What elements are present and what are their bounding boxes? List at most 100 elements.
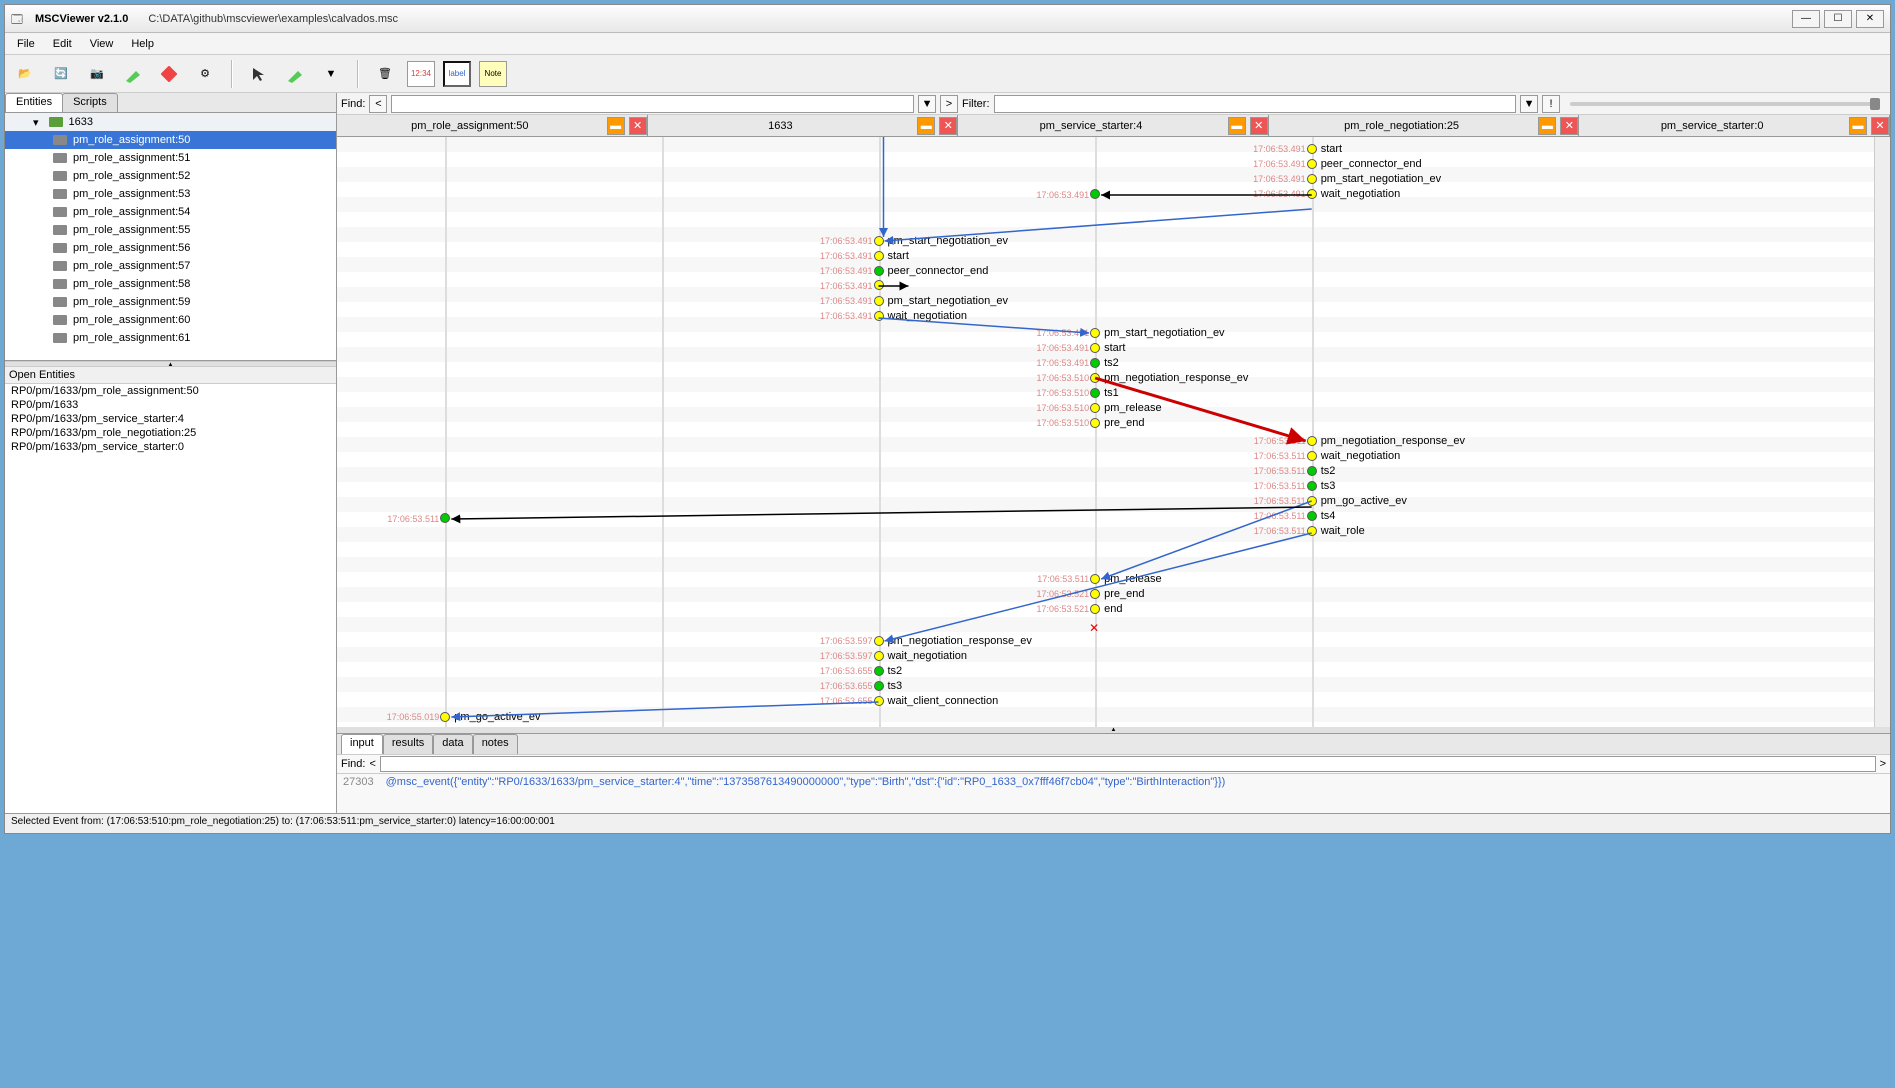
toggle-time-icon[interactable]: 12:34 xyxy=(407,61,435,87)
tree-item[interactable]: pm_role_assignment:51 xyxy=(5,149,336,167)
event-marker[interactable] xyxy=(1090,189,1104,199)
menu-help[interactable]: Help xyxy=(123,36,162,52)
find-input[interactable] xyxy=(391,95,914,113)
bottom-find-next[interactable]: > xyxy=(1880,758,1886,770)
event-marker[interactable]: pm_start_negotiation_ev xyxy=(1090,327,1224,339)
msc-canvas[interactable]: 17:06:53.491start17:06:53.491peer_connec… xyxy=(337,137,1890,727)
tree-parent[interactable]: ▾1633 xyxy=(5,113,336,131)
trash-icon[interactable]: 🗑 xyxy=(371,60,399,88)
menu-edit[interactable]: Edit xyxy=(45,36,80,52)
tree-item[interactable]: pm_role_assignment:60 xyxy=(5,311,336,329)
event-marker[interactable]: wait_negotiation xyxy=(1307,450,1401,462)
bottom-find-prev[interactable]: < xyxy=(369,758,375,770)
open-icon[interactable]: 📂 xyxy=(11,60,39,88)
menu-file[interactable]: File xyxy=(9,36,43,52)
event-marker[interactable]: pre_end xyxy=(1090,417,1144,429)
minimize-button[interactable]: — xyxy=(1792,10,1820,28)
event-marker[interactable]: pm_go_active_ev xyxy=(1307,495,1407,507)
event-marker[interactable] xyxy=(874,280,888,290)
event-marker[interactable]: wait_negotiation xyxy=(874,650,968,662)
toggle-note-icon[interactable]: Note xyxy=(479,61,507,87)
tree-item[interactable]: pm_role_assignment:57 xyxy=(5,257,336,275)
event-marker[interactable]: pm_start_negotiation_ev xyxy=(1307,173,1441,185)
event-marker[interactable]: wait_client_connection xyxy=(874,695,999,707)
column-minimize-button[interactable]: ▬ xyxy=(1228,117,1246,135)
zoom-slider[interactable] xyxy=(1570,102,1880,106)
column-minimize-button[interactable]: ▬ xyxy=(607,117,625,135)
settings-icon[interactable]: ⚙ xyxy=(191,60,219,88)
event-marker[interactable] xyxy=(440,513,454,523)
open-entity-item[interactable]: RP0/pm/1633 xyxy=(5,398,336,412)
column-close-button[interactable]: ✕ xyxy=(939,117,957,135)
event-marker[interactable]: wait_negotiation xyxy=(1307,188,1401,200)
close-button[interactable]: ✕ xyxy=(1856,10,1884,28)
filter-dropdown[interactable]: ▼ xyxy=(1520,95,1538,113)
event-marker[interactable]: pm_release xyxy=(1090,402,1161,414)
marker-green-icon[interactable] xyxy=(119,60,147,88)
tab-scripts[interactable]: Scripts xyxy=(62,93,118,112)
event-marker[interactable]: pm_negotiation_response_ev xyxy=(1307,435,1465,447)
column-close-button[interactable]: ✕ xyxy=(629,117,647,135)
tab-results[interactable]: results xyxy=(383,734,433,754)
event-marker[interactable]: end xyxy=(1090,603,1122,615)
tab-entities[interactable]: Entities xyxy=(5,93,63,112)
tree-item[interactable]: pm_role_assignment:61 xyxy=(5,329,336,347)
column-minimize-button[interactable]: ▬ xyxy=(917,117,935,135)
tab-input[interactable]: input xyxy=(341,734,383,754)
event-marker[interactable]: start xyxy=(1307,143,1342,155)
event-marker[interactable]: ts4 xyxy=(1307,510,1336,522)
column-close-button[interactable]: ✕ xyxy=(1560,117,1578,135)
event-marker[interactable]: ts1 xyxy=(1090,387,1119,399)
event-marker[interactable]: pre_end xyxy=(1090,588,1144,600)
tree-item[interactable]: pm_role_assignment:55 xyxy=(5,221,336,239)
bottom-text[interactable]: 27303 @msc_event({"entity":"RP0/1633/163… xyxy=(337,774,1890,813)
tree-item[interactable]: pm_role_assignment:54 xyxy=(5,203,336,221)
marker-red-icon[interactable] xyxy=(155,60,183,88)
refresh-icon[interactable]: 🔄 xyxy=(47,60,75,88)
event-marker[interactable]: pm_negotiation_response_ev xyxy=(874,635,1032,647)
open-entity-item[interactable]: RP0/pm/1633/pm_service_starter:4 xyxy=(5,412,336,426)
tree-item[interactable]: pm_role_assignment:56 xyxy=(5,239,336,257)
event-marker[interactable]: pm_go_active_ev xyxy=(440,711,540,723)
open-entity-item[interactable]: RP0/pm/1633/pm_service_starter:0 xyxy=(5,440,336,454)
camera-icon[interactable]: 📷 xyxy=(83,60,111,88)
event-marker[interactable]: ts3 xyxy=(1307,480,1336,492)
open-entity-item[interactable]: RP0/pm/1633/pm_role_assignment:50 xyxy=(5,384,336,398)
tab-notes[interactable]: notes xyxy=(473,734,518,754)
entity-tree[interactable]: ▾1633pm_role_assignment:50pm_role_assign… xyxy=(5,113,336,361)
cursor-icon[interactable] xyxy=(245,60,273,88)
bottom-find-input[interactable] xyxy=(380,756,1876,772)
event-marker[interactable]: pm_start_negotiation_ev xyxy=(874,235,1008,247)
event-marker[interactable]: ts2 xyxy=(1090,357,1119,369)
event-marker[interactable]: wait_role xyxy=(1307,525,1365,537)
tree-item[interactable]: pm_role_assignment:50 xyxy=(5,131,336,149)
toggle-label-icon[interactable]: label xyxy=(443,61,471,87)
open-entity-item[interactable]: RP0/pm/1633/pm_role_negotiation:25 xyxy=(5,426,336,440)
maximize-button[interactable]: ☐ xyxy=(1824,10,1852,28)
column-close-button[interactable]: ✕ xyxy=(1871,117,1889,135)
column-minimize-button[interactable]: ▬ xyxy=(1849,117,1867,135)
event-marker[interactable]: ts2 xyxy=(1307,465,1336,477)
tree-item[interactable]: pm_role_assignment:52 xyxy=(5,167,336,185)
tree-item[interactable]: pm_role_assignment:58 xyxy=(5,275,336,293)
menu-view[interactable]: View xyxy=(82,36,122,52)
highlighter-icon[interactable] xyxy=(281,60,309,88)
tree-item[interactable]: pm_role_assignment:59 xyxy=(5,293,336,311)
filter-input[interactable] xyxy=(994,95,1517,113)
event-marker[interactable]: pm_negotiation_response_ev xyxy=(1090,372,1248,384)
column-minimize-button[interactable]: ▬ xyxy=(1538,117,1556,135)
canvas-vscroll[interactable] xyxy=(1874,137,1890,727)
filter-apply-button[interactable]: ! xyxy=(1542,95,1560,113)
find-next-button[interactable]: > xyxy=(940,95,958,113)
event-marker[interactable]: peer_connector_end xyxy=(874,265,989,277)
event-marker[interactable]: peer_connector_end xyxy=(1307,158,1422,170)
event-marker[interactable]: pm_start_negotiation_ev xyxy=(874,295,1008,307)
event-marker[interactable]: start xyxy=(874,250,909,262)
find-prev-button[interactable]: < xyxy=(369,95,387,113)
tree-item[interactable]: pm_role_assignment:53 xyxy=(5,185,336,203)
event-marker[interactable]: ts3 xyxy=(874,680,903,692)
dropdown-icon[interactable]: ▼ xyxy=(317,60,345,88)
column-close-button[interactable]: ✕ xyxy=(1250,117,1268,135)
event-marker[interactable]: wait_negotiation xyxy=(874,310,968,322)
event-marker[interactable]: ts2 xyxy=(874,665,903,677)
